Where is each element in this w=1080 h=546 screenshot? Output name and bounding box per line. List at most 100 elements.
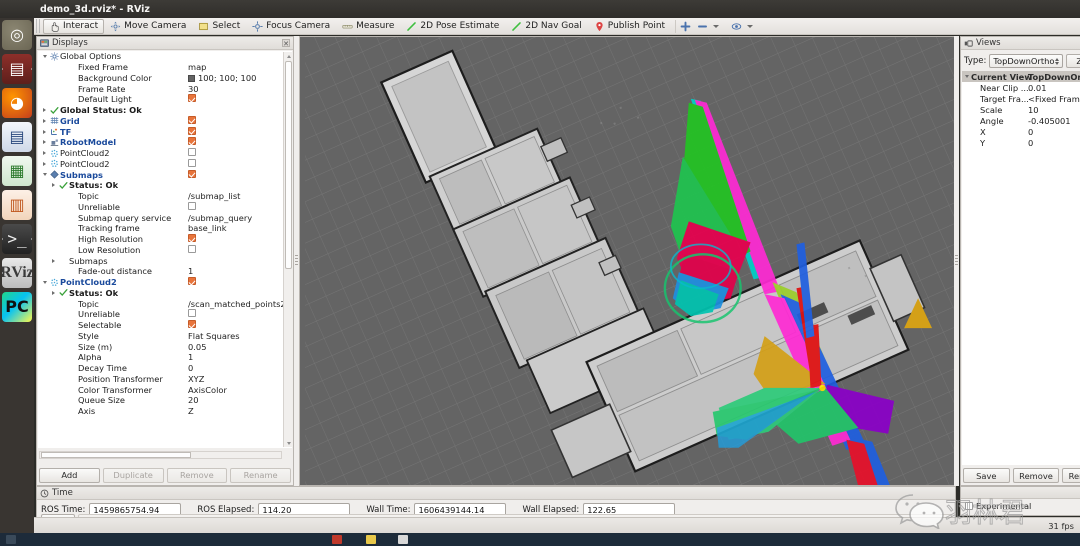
pycharm-icon[interactable]: PC (2, 292, 32, 322)
views-property-row[interactable]: Target Fra...<Fixed Frame> (962, 93, 1080, 104)
terminal-icon[interactable]: >_ (2, 224, 32, 254)
display-row-checkbox[interactable] (188, 320, 196, 329)
display-row[interactable]: Submaps (38, 169, 292, 180)
experimental-checkbox[interactable] (965, 502, 973, 510)
display-row[interactable]: Color Transformer AxisColor (38, 384, 292, 395)
views-rename-button[interactable]: Rename (1062, 468, 1080, 483)
displays-close-icon[interactable]: ✕ (282, 39, 290, 48)
display-row[interactable]: Grid (38, 115, 292, 127)
display-row-value[interactable] (188, 158, 196, 169)
toolbar-button-focus-camera[interactable]: Focus Camera (246, 19, 336, 34)
display-row[interactable]: PointCloud2 (38, 277, 292, 288)
display-row-value[interactable] (188, 277, 196, 287)
display-row[interactable]: Topic/submap_list (38, 191, 292, 202)
views-save-button[interactable]: Save (963, 468, 1010, 483)
display-row[interactable]: PointCloud2 (38, 158, 292, 170)
display-row[interactable]: Alpha 1 (38, 352, 292, 363)
displays-rename-button[interactable]: Rename (230, 467, 291, 483)
toolbar-button-2d-nav-goal[interactable]: 2D Nav Goal (505, 19, 587, 34)
row-expand-arrow[interactable] (40, 151, 49, 156)
display-row[interactable]: Status: Ok (38, 180, 292, 191)
view-type-combobox[interactable]: TopDownOrtho (989, 54, 1064, 68)
display-row-checkbox[interactable] (188, 148, 196, 157)
display-row[interactable]: TF (38, 126, 292, 137)
views-remove-button[interactable]: Remove (1012, 468, 1060, 483)
display-row[interactable]: Submap query service/submap_query (38, 212, 292, 223)
firefox-icon[interactable]: ◕ (2, 88, 32, 118)
row-expand-arrow[interactable] (40, 161, 49, 166)
display-row[interactable]: Size (m) 0.05 (38, 341, 292, 352)
row-expand-arrow[interactable] (49, 258, 58, 263)
display-row-checkbox[interactable] (188, 158, 196, 167)
tool-properties-button[interactable] (725, 19, 759, 34)
taskbar-item-2[interactable] (366, 535, 376, 544)
views-property-tree[interactable]: Current ViewTopDownOrtho ...Near Clip ..… (962, 71, 1080, 465)
toolbar-button-move-camera[interactable]: Move Camera (104, 19, 192, 34)
display-row-value[interactable] (188, 201, 196, 212)
display-row[interactable]: Fixed Frame map (38, 62, 292, 73)
display-row-value[interactable] (188, 320, 196, 330)
toolbar-button-interact[interactable]: Interact (43, 18, 105, 34)
display-row-value[interactable] (188, 94, 196, 104)
views-property-row[interactable]: Near Clip ... 0.01 (962, 82, 1080, 93)
row-expand-arrow[interactable] (40, 129, 49, 134)
display-row[interactable]: Style Flat Squares (38, 331, 292, 342)
toolbar-button-select[interactable]: Select (192, 19, 246, 34)
display-row[interactable]: Position Transformer XYZ (38, 374, 292, 385)
display-row-checkbox[interactable] (188, 244, 196, 253)
tool-properties-dropdown-icon[interactable] (747, 24, 754, 28)
displays-add-button[interactable]: Add (39, 467, 100, 483)
ubuntu-dash-icon[interactable]: ◎ (2, 20, 32, 50)
views-property-value[interactable]: 10 (1028, 105, 1039, 115)
display-row-checkbox[interactable] (188, 277, 196, 286)
displays-tree-scrollarea[interactable]: Global Options Fixed Frame map Background C… (38, 51, 292, 448)
displays-remove-button[interactable]: Remove (166, 467, 228, 483)
experimental-row[interactable]: Experimental (961, 499, 1080, 513)
views-property-value[interactable]: 0 (1028, 127, 1033, 137)
display-row-value[interactable] (188, 309, 196, 319)
display-row[interactable]: Submaps (38, 255, 292, 266)
display-row[interactable]: Default Light (38, 94, 292, 105)
display-row[interactable]: RobotModel (38, 137, 292, 148)
display-row-value[interactable] (188, 126, 196, 137)
display-row[interactable]: High Resolution (38, 234, 292, 245)
views-property-value[interactable]: 0 (1028, 138, 1033, 148)
taskbar-item-1[interactable] (332, 535, 342, 544)
display-row-value[interactable] (188, 115, 196, 126)
views-property-value[interactable]: -0.405001 (1028, 116, 1071, 126)
display-row[interactable]: Axis Z (38, 406, 292, 417)
display-row[interactable]: Tracking frame base_link (38, 223, 292, 234)
toolbar-button-publish-point[interactable]: Publish Point (588, 19, 671, 34)
display-row[interactable]: Fade-out distance 1 (38, 266, 292, 277)
display-row-checkbox[interactable] (188, 137, 196, 146)
display-row[interactable]: Decay Time 0 (38, 363, 292, 374)
display-row-checkbox[interactable] (188, 126, 196, 135)
taskbar-item-0[interactable] (6, 535, 16, 544)
display-row[interactable]: Topic/scan_matched_points2 (38, 298, 292, 309)
render-view-3d[interactable] (299, 36, 959, 486)
displays-duplicate-button[interactable]: Duplicate (102, 467, 164, 483)
display-row[interactable]: Unreliable (38, 309, 292, 320)
display-row[interactable]: Unreliable (38, 201, 292, 213)
display-row-checkbox[interactable] (188, 115, 196, 124)
display-row-value[interactable] (188, 169, 196, 180)
display-row[interactable]: PointCloud2 (38, 148, 292, 159)
display-row-checkbox[interactable] (188, 234, 196, 243)
views-property-value[interactable]: <Fixed Frame> (1028, 94, 1080, 104)
views-property-row[interactable]: Scale 10 (962, 104, 1080, 115)
add-tool-icon[interactable] (680, 21, 691, 32)
row-expand-arrow[interactable] (40, 280, 49, 284)
libreoffice-calc-icon[interactable]: ▦ (2, 156, 32, 186)
files-icon[interactable]: ▤ (2, 54, 32, 84)
row-expand-arrow[interactable] (40, 140, 49, 145)
display-row[interactable]: Selectable (38, 320, 292, 331)
row-expand-arrow[interactable] (40, 118, 49, 123)
remove-tool-button[interactable] (691, 19, 725, 34)
view-views-splitter[interactable] (954, 36, 959, 486)
displays-vertical-scrollbar[interactable] (283, 52, 292, 447)
display-row-value[interactable] (188, 244, 196, 255)
display-row-checkbox[interactable] (188, 94, 196, 103)
rviz-icon[interactable]: RViz (2, 258, 32, 288)
display-row[interactable]: Background Color 100; 100; 100 (38, 73, 292, 84)
row-expand-arrow[interactable] (49, 290, 58, 295)
